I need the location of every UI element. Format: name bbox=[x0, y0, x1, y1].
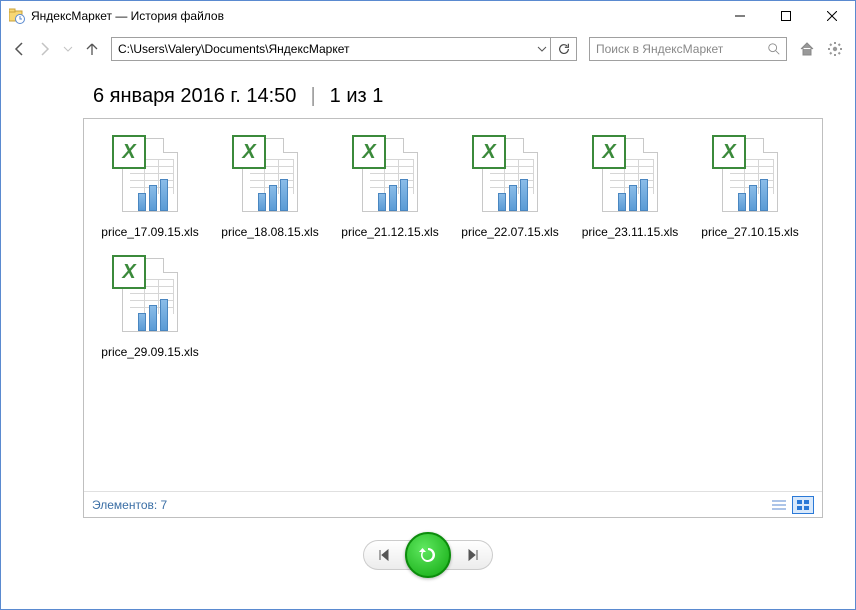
excel-file-icon: X bbox=[590, 133, 670, 223]
file-item[interactable]: X price_17.09.15.xls bbox=[90, 133, 210, 239]
window-title: ЯндексМаркет — История файлов bbox=[31, 9, 717, 23]
next-version-button[interactable] bbox=[445, 540, 493, 570]
version-counter: 1 из 1 bbox=[330, 85, 384, 108]
excel-file-icon: X bbox=[470, 133, 550, 223]
excel-file-icon: X bbox=[110, 133, 190, 223]
file-item[interactable]: X price_23.11.15.xls bbox=[570, 133, 690, 239]
recent-dropdown[interactable] bbox=[57, 37, 79, 61]
close-button[interactable] bbox=[809, 1, 855, 31]
view-details-button[interactable] bbox=[768, 496, 790, 514]
search-input[interactable] bbox=[589, 37, 787, 61]
back-button[interactable] bbox=[9, 37, 31, 61]
separator: | bbox=[310, 85, 315, 108]
settings-button[interactable] bbox=[823, 37, 847, 61]
file-label: price_27.10.15.xls bbox=[701, 225, 798, 239]
file-grid: X price_17.09.15.xls X price_18.08.15.xl… bbox=[84, 119, 822, 387]
file-label: price_23.11.15.xls bbox=[582, 225, 679, 239]
excel-file-icon: X bbox=[230, 133, 310, 223]
forward-button bbox=[33, 37, 55, 61]
refresh-button[interactable] bbox=[551, 37, 577, 61]
file-item[interactable]: X price_22.07.15.xls bbox=[450, 133, 570, 239]
search-icon[interactable] bbox=[767, 42, 781, 61]
item-count-label: Элементов: 7 bbox=[92, 498, 167, 512]
excel-file-icon: X bbox=[110, 253, 190, 343]
file-label: price_22.07.15.xls bbox=[461, 225, 558, 239]
heading: 6 января 2016 г. 14:50 | 1 из 1 bbox=[93, 85, 825, 108]
pager-controls bbox=[1, 532, 855, 578]
navbar bbox=[1, 31, 855, 67]
file-label: price_29.09.15.xls bbox=[101, 345, 198, 359]
file-item[interactable]: X price_21.12.15.xls bbox=[330, 133, 450, 239]
file-item[interactable]: X price_18.08.15.xls bbox=[210, 133, 330, 239]
file-item[interactable]: X price_27.10.15.xls bbox=[690, 133, 810, 239]
file-item[interactable]: X price_29.09.15.xls bbox=[90, 253, 210, 359]
excel-file-icon: X bbox=[710, 133, 790, 223]
home-button[interactable] bbox=[795, 37, 819, 61]
panel-footer: Элементов: 7 bbox=[84, 491, 822, 517]
view-icons-button[interactable] bbox=[792, 496, 814, 514]
file-label: price_18.08.15.xls bbox=[221, 225, 318, 239]
minimize-button[interactable] bbox=[717, 1, 763, 31]
version-timestamp: 6 января 2016 г. 14:50 bbox=[93, 85, 296, 108]
address-input[interactable] bbox=[111, 37, 551, 61]
titlebar: ЯндексМаркет — История файлов bbox=[1, 1, 855, 31]
file-label: price_21.12.15.xls bbox=[341, 225, 438, 239]
file-panel: X price_17.09.15.xls X price_18.08.15.xl… bbox=[83, 118, 823, 518]
maximize-button[interactable] bbox=[763, 1, 809, 31]
folder-clock-icon bbox=[9, 8, 25, 24]
up-button[interactable] bbox=[81, 37, 103, 61]
excel-file-icon: X bbox=[350, 133, 430, 223]
restore-button[interactable] bbox=[405, 532, 451, 578]
chevron-down-icon[interactable] bbox=[537, 41, 547, 59]
content-area: 6 января 2016 г. 14:50 | 1 из 1 X price_… bbox=[1, 67, 855, 518]
window-controls bbox=[717, 1, 855, 31]
previous-version-button[interactable] bbox=[363, 540, 411, 570]
file-label: price_17.09.15.xls bbox=[101, 225, 198, 239]
